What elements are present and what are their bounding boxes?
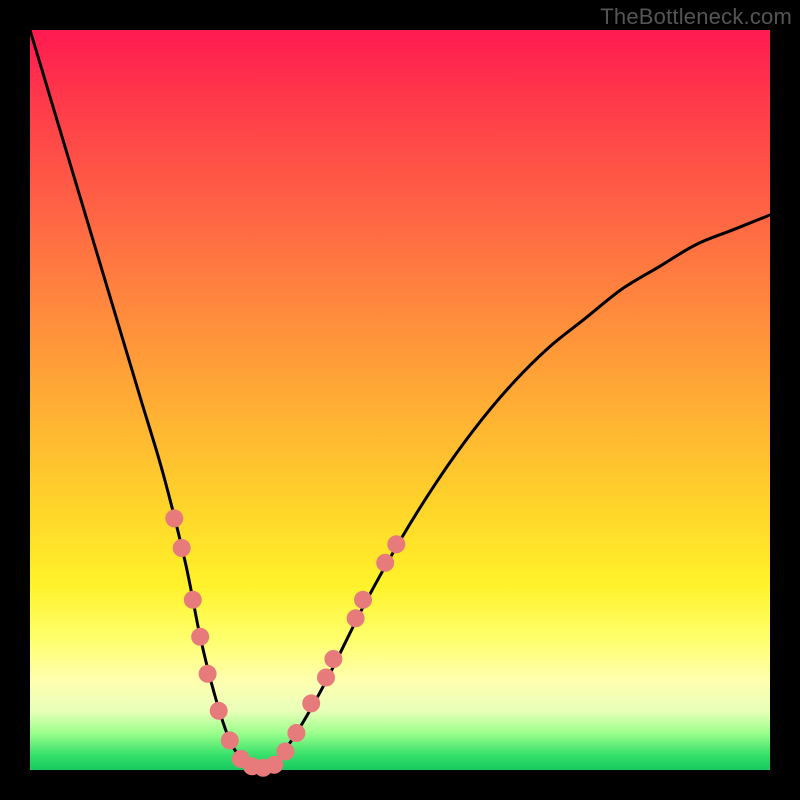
chart-frame: TheBottleneck.com	[0, 0, 800, 800]
marker-dot	[191, 628, 209, 646]
watermark-text: TheBottleneck.com	[600, 4, 792, 30]
curve-layer	[30, 30, 770, 770]
marker-dot	[165, 509, 183, 527]
marker-dot	[287, 724, 305, 742]
plot-area	[30, 30, 770, 770]
bottleneck-curve	[30, 30, 770, 770]
marker-dot	[184, 591, 202, 609]
marker-dot	[302, 694, 320, 712]
marker-dot	[199, 665, 217, 683]
marker-dot	[324, 650, 342, 668]
marker-dot	[387, 535, 405, 553]
marker-dot	[354, 591, 372, 609]
marker-dot	[276, 743, 294, 761]
marker-dot	[347, 609, 365, 627]
marker-dot	[210, 702, 228, 720]
marker-dot	[221, 731, 239, 749]
marker-dot	[173, 539, 191, 557]
marker-dot	[317, 669, 335, 687]
marker-group	[165, 509, 405, 776]
marker-dot	[376, 554, 394, 572]
